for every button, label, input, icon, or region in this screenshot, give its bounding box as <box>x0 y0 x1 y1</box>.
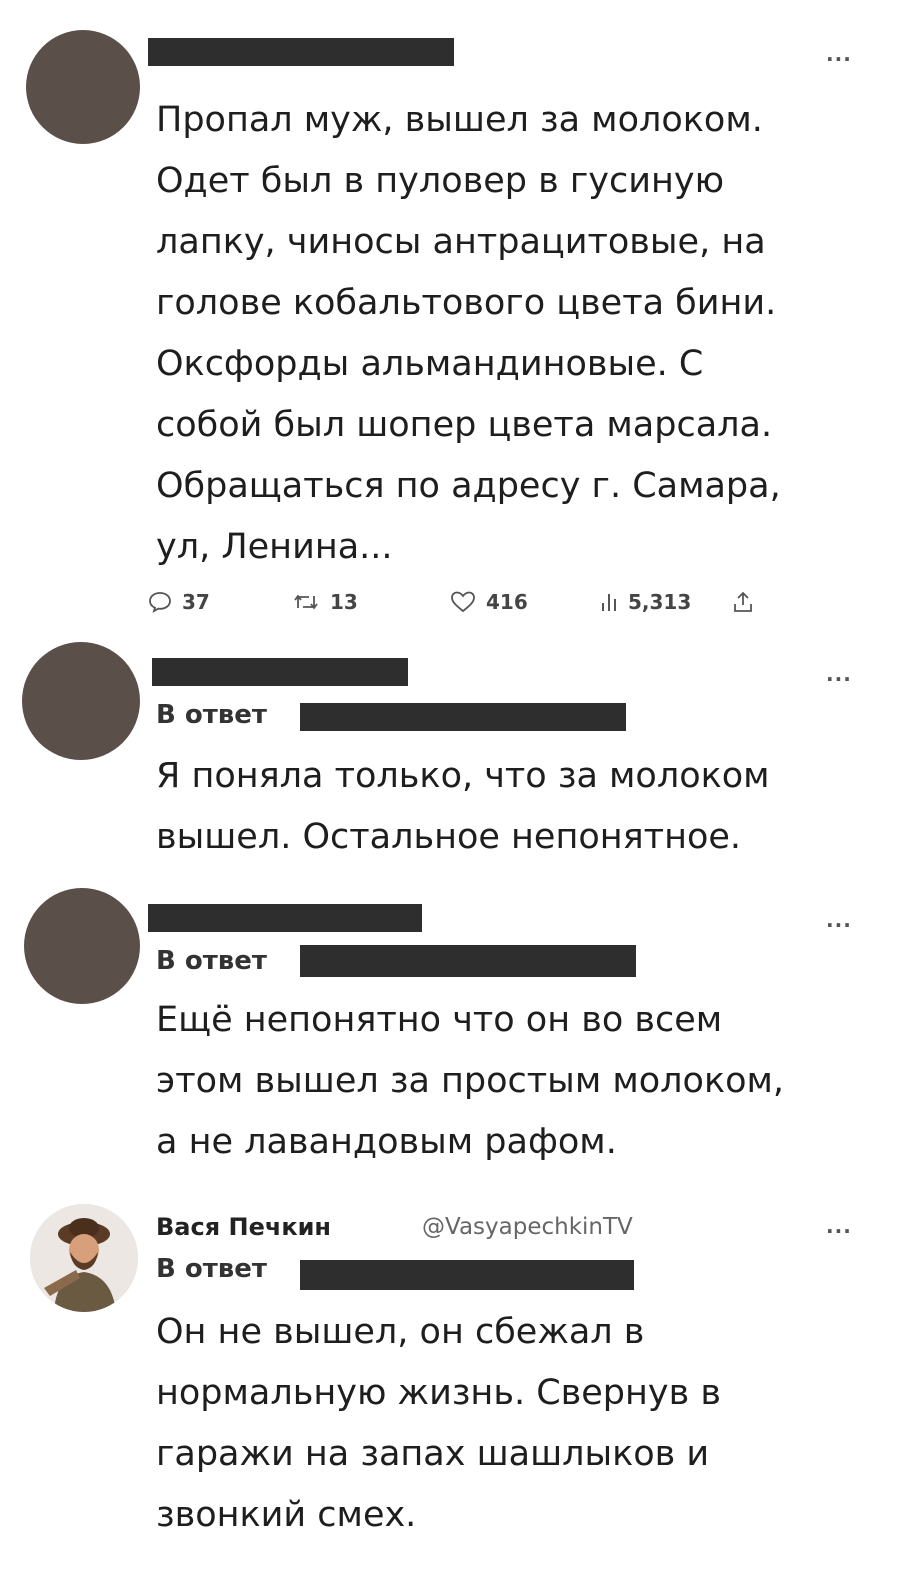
share-icon <box>732 590 754 614</box>
redacted-username <box>148 904 422 932</box>
retweet-icon <box>292 591 320 613</box>
avatar[interactable] <box>26 30 140 144</box>
redacted-username <box>152 658 408 686</box>
more-options-icon[interactable]: ... <box>826 42 852 66</box>
views-count: 5,313 <box>628 590 692 614</box>
user-handle[interactable]: @VasyapechkinTV <box>422 1214 633 1240</box>
tweet-text: Я поняла только, что за молоком вышел. О… <box>156 756 770 857</box>
views-icon <box>600 591 618 613</box>
reply-label: В ответ <box>156 700 267 730</box>
more-options-icon[interactable]: ... <box>826 908 852 932</box>
reply-action[interactable]: 37 <box>148 590 210 614</box>
like-count: 416 <box>486 590 528 614</box>
reply-label: В ответ <box>156 1254 267 1284</box>
share-action[interactable] <box>732 590 754 614</box>
redacted-reply-target <box>300 703 626 731</box>
avatar[interactable] <box>22 642 140 760</box>
tweet-text: Ещё непонятно что он во всем этом вышел … <box>156 1000 785 1162</box>
more-options-icon[interactable]: ... <box>826 662 852 686</box>
redacted-reply-target <box>300 945 636 977</box>
reply-icon <box>148 591 172 613</box>
tweet-text: Он не вышел, он сбежал в нормальную жизн… <box>156 1312 721 1535</box>
redacted-reply-target <box>300 1260 634 1290</box>
tweet-text: Пропал муж, вышел за молоком. Одет был в… <box>156 100 781 567</box>
avatar[interactable] <box>30 1204 138 1312</box>
avatar-image <box>30 1204 138 1312</box>
retweet-count: 13 <box>330 590 358 614</box>
reply-count: 37 <box>182 590 210 614</box>
like-action[interactable]: 416 <box>450 590 528 614</box>
avatar[interactable] <box>24 888 140 1004</box>
reply-label: В ответ <box>156 946 267 976</box>
like-icon <box>450 591 476 613</box>
user-display-name[interactable]: Вася Печкин <box>156 1213 331 1241</box>
more-options-icon[interactable]: ... <box>826 1214 852 1238</box>
redacted-username <box>148 38 454 66</box>
views-action[interactable]: 5,313 <box>600 590 691 614</box>
retweet-action[interactable]: 13 <box>292 590 358 614</box>
